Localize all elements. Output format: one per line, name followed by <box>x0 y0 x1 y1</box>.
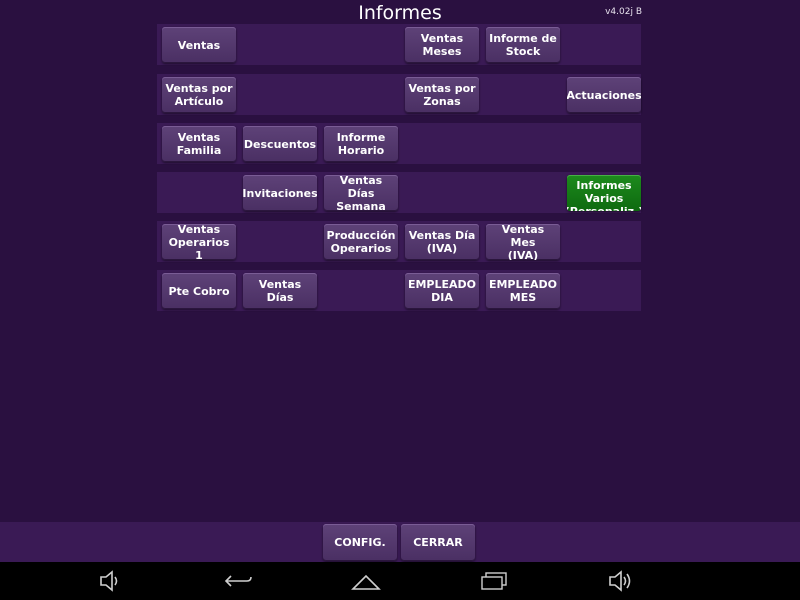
report-button[interactable]: EMPLEADO DIA <box>405 273 479 309</box>
config-button[interactable]: CONFIG. <box>323 524 397 561</box>
report-button[interactable]: Ventas Meses <box>405 27 479 63</box>
page-title: Informes <box>358 2 442 24</box>
report-row: Ventas por Artículo Ventas por Zonas Actua… <box>157 74 641 115</box>
volume-up-icon[interactable] <box>601 568 641 594</box>
back-icon[interactable] <box>219 568 259 594</box>
report-button[interactable]: Actuaciones <box>567 77 641 113</box>
report-button[interactable]: Ventas Mes (IVA) <box>486 224 560 260</box>
report-button[interactable]: Ventas por Artículo <box>162 77 236 113</box>
report-button[interactable]: Ventas <box>162 27 236 63</box>
report-row: Ventas Ventas Meses Informe de Stock <box>157 24 641 65</box>
close-button[interactable]: CERRAR <box>401 524 475 561</box>
report-button[interactable]: Ventas Familia <box>162 126 236 162</box>
report-button[interactable]: Informes Varios (Personaliz.) <box>567 175 641 211</box>
report-button[interactable]: Ventas Día (IVA) <box>405 224 479 260</box>
report-row: Invitaciones Ventas Días Semana Informes V… <box>157 172 641 213</box>
report-button[interactable]: Informe de Stock <box>486 27 560 63</box>
report-button[interactable]: Pte Cobro <box>162 273 236 309</box>
report-button[interactable]: Producción Operarios <box>324 224 398 260</box>
report-button[interactable]: Ventas por Zonas <box>405 77 479 113</box>
report-button[interactable]: Informe Horario <box>324 126 398 162</box>
report-button[interactable]: EMPLEADO MES <box>486 273 560 309</box>
footer-bar: CONFIG. CERRAR <box>0 522 800 562</box>
android-navbar <box>0 562 800 600</box>
report-button[interactable]: Invitaciones <box>243 175 317 211</box>
report-row: Pte Cobro Ventas Días EMPLEADO DIA EMPLEADO… <box>157 270 641 311</box>
recent-apps-icon[interactable] <box>474 568 514 594</box>
report-button[interactable]: Descuentos <box>243 126 317 162</box>
report-button[interactable]: Ventas Operarios 1 <box>162 224 236 260</box>
version-label: v4.02j B <box>605 7 642 17</box>
report-grid: Ventas Ventas Meses Informe de Stock Ventas… <box>157 24 641 319</box>
header-bar: Informes v4.02j B <box>0 0 800 24</box>
report-button[interactable]: Ventas Días <box>243 273 317 309</box>
report-button[interactable]: Ventas Días Semana <box>324 175 398 211</box>
home-icon[interactable] <box>346 568 386 594</box>
volume-down-icon[interactable] <box>91 568 131 594</box>
report-row: Ventas Operarios 1 Producción Operarios Ve… <box>157 221 641 262</box>
report-row: Ventas Familia Descuentos Informe Horario <box>157 123 641 164</box>
